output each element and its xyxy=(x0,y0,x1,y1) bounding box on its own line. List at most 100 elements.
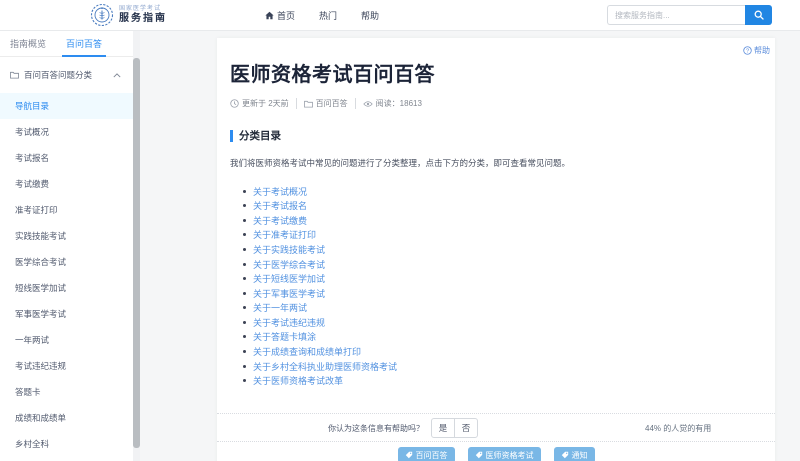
tag-icon xyxy=(405,451,413,459)
list-item: 关于医师资格考试改革 xyxy=(230,373,762,388)
intro-text: 我们将医师资格考试中常见的问题进行了分类整理，点击下方的分类，即可查看常见问题。 xyxy=(230,157,762,170)
sidebar-tabs: 指南概览 百问百答 xyxy=(0,31,133,57)
sidebar-item-exam-overview[interactable]: 考试概况 xyxy=(0,119,133,145)
list-item: 关于一年两试 xyxy=(230,301,762,316)
sidebar-item-practical-skills[interactable]: 实践技能考试 xyxy=(0,223,133,249)
search-bar xyxy=(607,5,772,25)
tag-notice[interactable]: 通知 xyxy=(554,447,595,461)
list-item: 关于成绩查询和成绩单打印 xyxy=(230,344,762,359)
sidebar-item-medical-comprehensive[interactable]: 医学综合考试 xyxy=(0,249,133,275)
sidebar-item-violations[interactable]: 考试违纪违规 xyxy=(0,353,133,379)
sidebar-item-rural-general[interactable]: 乡村全科 xyxy=(0,431,133,457)
main-nav: 首页 热门 帮助 xyxy=(265,9,379,22)
list-item: 关于答题卡填涂 xyxy=(230,330,762,345)
tab-faq[interactable]: 百问百答 xyxy=(56,31,112,56)
folder-icon xyxy=(10,71,19,79)
list-item: 关于考试概况 xyxy=(230,184,762,199)
tag-label: 通知 xyxy=(572,450,588,461)
sidebar-menu: 导航目录 考试概况 考试报名 考试缴费 准考证打印 实践技能考试 医学综合考试 … xyxy=(0,93,133,457)
meta-reads: 阅读：18613 xyxy=(355,98,429,109)
feedback-no-button[interactable]: 否 xyxy=(454,418,478,438)
article-help-link[interactable]: ? 帮助 xyxy=(743,45,770,56)
search-icon xyxy=(754,10,764,20)
bullet-dot xyxy=(243,379,246,382)
category-link-list: 关于考试概况 关于考试报名 关于考试缴费 关于准考证打印 关于实践技能考试 关于… xyxy=(230,184,762,388)
home-icon xyxy=(265,11,274,20)
menu-item-label: 导航目录 xyxy=(15,100,49,112)
nav-item-hot[interactable]: 热门 xyxy=(319,9,337,22)
question-circle-icon: ? xyxy=(743,46,752,55)
list-item: 关于实践技能考试 xyxy=(230,242,762,257)
category-link[interactable]: 关于短线医学加试 xyxy=(253,272,325,285)
bullet-dot xyxy=(243,365,246,368)
search-input[interactable] xyxy=(607,5,745,25)
sidebar-item-scores[interactable]: 成绩和成绩单 xyxy=(0,405,133,431)
category-link[interactable]: 关于医学综合考试 xyxy=(253,258,325,271)
chevron-up-icon xyxy=(113,73,121,78)
nav-item-help[interactable]: 帮助 xyxy=(361,9,379,22)
list-item: 关于乡村全科执业助理医师资格考试 xyxy=(230,359,762,374)
bullet-dot xyxy=(243,350,246,353)
bullet-dot xyxy=(243,233,246,236)
sidebar-item-answer-sheet[interactable]: 答题卡 xyxy=(0,379,133,405)
category-link[interactable]: 关于成绩查询和成绩单打印 xyxy=(253,345,361,358)
list-item: 关于考试违纪违规 xyxy=(230,315,762,330)
category-link[interactable]: 关于准考证打印 xyxy=(253,228,316,241)
tab-label: 指南概览 xyxy=(10,37,46,50)
sidebar-item-exam-registration[interactable]: 考试报名 xyxy=(0,145,133,171)
category-link[interactable]: 关于考试报名 xyxy=(253,199,307,212)
menu-item-label: 军事医学考试 xyxy=(15,308,66,320)
scrollbar-thumb[interactable] xyxy=(133,58,140,448)
menu-item-label: 短线医学加试 xyxy=(15,282,66,294)
sidebar-group-header[interactable]: 百问百答问题分类 xyxy=(0,57,133,93)
section-header: 分类目录 xyxy=(230,128,762,143)
category-link[interactable]: 关于答题卡填涂 xyxy=(253,330,316,343)
help-label: 帮助 xyxy=(754,45,770,56)
feedback-row: 你认为这条信息有帮助吗？ 是 否 44% 的人觉的有用 xyxy=(217,413,775,441)
search-button[interactable] xyxy=(745,5,772,25)
category-link[interactable]: 关于实践技能考试 xyxy=(253,243,325,256)
list-item: 关于考试报名 xyxy=(230,198,762,213)
category-link[interactable]: 关于考试概况 xyxy=(253,185,307,198)
tag-label: 医师资格考试 xyxy=(486,450,534,461)
tab-guide-overview[interactable]: 指南概览 xyxy=(0,31,56,56)
sidebar-item-military-medicine[interactable]: 军事医学考试 xyxy=(0,301,133,327)
sidebar-item-exam-payment[interactable]: 考试缴费 xyxy=(0,171,133,197)
sidebar-scrollbar[interactable] xyxy=(133,31,140,461)
nav-item-home[interactable]: 首页 xyxy=(265,9,295,22)
category-link[interactable]: 关于一年两试 xyxy=(253,301,307,314)
feedback-yes-button[interactable]: 是 xyxy=(431,418,455,438)
content-card: ? 帮助 医师资格考试 百问百答 更新于 2天前 百问百答 xyxy=(217,38,775,461)
sidebar-item-short-line-medicine[interactable]: 短线医学加试 xyxy=(0,275,133,301)
eye-icon xyxy=(363,100,373,108)
category-link[interactable]: 关于军事医学考试 xyxy=(253,287,325,300)
feedback-stat: 44% 的人觉的有用 xyxy=(645,414,711,442)
tag-icon xyxy=(561,451,569,459)
article-meta: 更新于 2天前 百问百答 阅读：18613 xyxy=(230,98,762,109)
list-item: 关于医学综合考试 xyxy=(230,257,762,272)
site-logo[interactable]: 国家医学考试 服务指南 xyxy=(90,3,167,27)
feedback-question: 你认为这条信息有帮助吗？ xyxy=(328,423,424,434)
sidebar-item-two-tests-one-year[interactable]: 一年两试 xyxy=(0,327,133,353)
bullet-dot xyxy=(243,263,246,266)
bullet-dot xyxy=(243,277,246,280)
logo-subtitle: 国家医学考试 xyxy=(119,6,167,13)
bullet-dot xyxy=(243,219,246,222)
sidebar-item-nav-catalog[interactable]: 导航目录 xyxy=(0,93,133,119)
category-link[interactable]: 关于医师资格考试改革 xyxy=(253,374,343,387)
category-link[interactable]: 关于考试缴费 xyxy=(253,214,307,227)
tag-faq[interactable]: 百问百答 xyxy=(398,447,455,461)
national-exam-seal-icon xyxy=(90,3,114,27)
meta-reads-text: 阅读：18613 xyxy=(376,98,422,109)
sidebar-item-admission-ticket[interactable]: 准考证打印 xyxy=(0,197,133,223)
tag-physician-exam[interactable]: 医师资格考试 xyxy=(468,447,541,461)
meta-category[interactable]: 百问百答 xyxy=(296,98,355,109)
list-item: 关于考试缴费 xyxy=(230,213,762,228)
nav-item-label: 帮助 xyxy=(361,9,379,22)
bullet-dot xyxy=(243,292,246,295)
category-link[interactable]: 关于考试违纪违规 xyxy=(253,316,325,329)
bullet-dot xyxy=(243,335,246,338)
bullet-dot xyxy=(243,248,246,251)
meta-updated: 更新于 2天前 xyxy=(230,98,296,109)
category-link[interactable]: 关于乡村全科执业助理医师资格考试 xyxy=(253,360,397,373)
